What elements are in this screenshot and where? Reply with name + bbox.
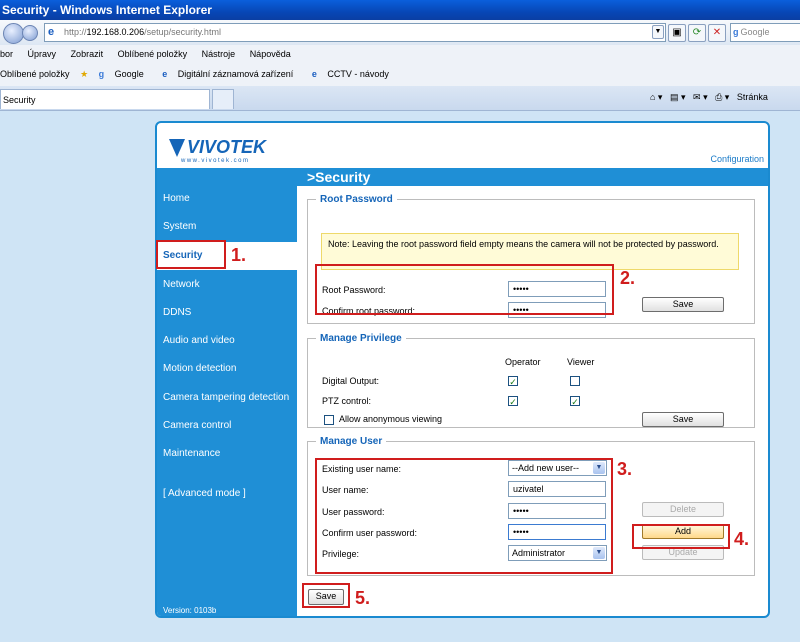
ptz-operator-checkbox[interactable]: ✓ bbox=[508, 396, 518, 407]
mail-icon[interactable]: ✉ ▾ bbox=[693, 92, 708, 102]
annotation-box-4 bbox=[632, 524, 730, 549]
refresh-icon[interactable]: ⟳ bbox=[688, 24, 706, 42]
annotation-box-5 bbox=[302, 583, 350, 608]
ie-page-icon: e bbox=[162, 69, 168, 79]
page-title: >Security bbox=[297, 168, 768, 186]
menu-favorites[interactable]: Oblíbené položky bbox=[118, 49, 188, 59]
nav-audio-video[interactable]: Audio and video bbox=[163, 335, 235, 346]
google-icon: g bbox=[733, 27, 739, 37]
digital-output-viewer-checkbox[interactable] bbox=[570, 376, 580, 386]
nav-camera-control[interactable]: Camera control bbox=[163, 420, 231, 431]
logo-text: VIVOTEK bbox=[187, 137, 268, 157]
manage-privilege-section: Manage Privilege Operator Viewer Digital… bbox=[307, 333, 755, 428]
window-title: Security - Windows Internet Explorer bbox=[2, 3, 212, 17]
home-icon[interactable]: ⌂ ▾ bbox=[650, 92, 662, 102]
firmware-version: Version: 0103b bbox=[163, 606, 217, 615]
nav-camera-tampering[interactable]: Camera tampering detection bbox=[163, 392, 289, 403]
favorite-google[interactable]: g Google bbox=[99, 69, 152, 79]
stop-icon[interactable]: ✕ bbox=[708, 24, 726, 42]
star-icon[interactable]: ★ bbox=[80, 69, 88, 79]
page-menu[interactable]: Stránka bbox=[737, 92, 768, 102]
digital-output-operator-checkbox[interactable]: ✓ bbox=[508, 376, 518, 387]
feeds-icon[interactable]: ▤ ▾ bbox=[670, 92, 686, 102]
favorites-button[interactable]: Oblíbené položky bbox=[0, 69, 70, 79]
menu-bar: bor Úpravy Zobrazit Oblíbené položky Nás… bbox=[0, 45, 800, 64]
nav-advanced-mode[interactable]: [ Advanced mode ] bbox=[163, 488, 246, 499]
back-button[interactable] bbox=[3, 23, 24, 44]
favorite-cctv[interactable]: e CCTV - návody bbox=[312, 69, 397, 79]
forward-button[interactable] bbox=[22, 25, 38, 41]
google-icon: g bbox=[98, 69, 105, 79]
menu-edit[interactable]: Úpravy bbox=[28, 49, 57, 59]
nav-maintenance[interactable]: Maintenance bbox=[163, 448, 220, 459]
window-title-bar: Security - Windows Internet Explorer bbox=[0, 0, 800, 20]
tab-security[interactable]: Security bbox=[0, 89, 210, 109]
nav-ddns[interactable]: DDNS bbox=[163, 307, 191, 318]
manage-privilege-legend: Manage Privilege bbox=[320, 333, 402, 344]
digital-output-label: Digital Output: bbox=[322, 376, 380, 386]
annotation-box-3 bbox=[315, 458, 613, 574]
ie-page-icon: e bbox=[48, 26, 55, 38]
root-password-legend: Root Password bbox=[320, 194, 393, 205]
print-icon[interactable]: ⎙ ▾ bbox=[715, 92, 729, 102]
configuration-link[interactable]: Configuration bbox=[710, 154, 764, 164]
annotation-box-1 bbox=[156, 240, 226, 269]
compatibility-icon[interactable]: ▣ bbox=[668, 24, 686, 42]
root-save-button[interactable]: Save bbox=[642, 297, 724, 312]
sidebar: Home System Security Network DDNS Audio … bbox=[157, 168, 297, 616]
annotation-label-2: 2. bbox=[620, 268, 636, 288]
nav-system[interactable]: System bbox=[163, 221, 196, 232]
menu-view[interactable]: Zobrazit bbox=[71, 49, 104, 59]
address-field[interactable]: e http://192.168.0.206/setup/security.htm… bbox=[44, 23, 666, 42]
command-bar: ⌂ ▾ ▤ ▾ ✉ ▾ ⎙ ▾ Stránka bbox=[650, 88, 768, 106]
delete-user-button[interactable]: Delete bbox=[642, 502, 724, 517]
nav-home[interactable]: Home bbox=[163, 193, 190, 204]
logo-url: www.vivotek.com bbox=[180, 158, 250, 164]
viewer-column-header: Viewer bbox=[567, 357, 595, 367]
anonymous-viewing-checkbox[interactable] bbox=[324, 415, 334, 425]
annotation-box-2 bbox=[315, 264, 614, 315]
anonymous-viewing-label: Allow anonymous viewing bbox=[339, 414, 443, 424]
privilege-save-button[interactable]: Save bbox=[642, 412, 724, 427]
menu-tools[interactable]: Nástroje bbox=[202, 49, 236, 59]
nav-network[interactable]: Network bbox=[163, 279, 200, 290]
address-toolbar: e http://192.168.0.206/setup/security.htm… bbox=[0, 20, 800, 46]
vivotek-logo: VIVOTEK www.vivotek.com bbox=[167, 133, 287, 168]
annotation-label-3: 3. bbox=[617, 459, 633, 479]
ie-page-icon: e bbox=[311, 69, 317, 79]
annotation-label-5: 5. bbox=[355, 588, 371, 608]
ptz-viewer-checkbox[interactable]: ✓ bbox=[570, 396, 580, 407]
new-tab-button[interactable] bbox=[212, 89, 234, 109]
operator-column-header: Operator bbox=[505, 357, 541, 367]
manage-user-legend: Manage User bbox=[320, 436, 383, 447]
menu-file[interactable]: bor bbox=[0, 49, 13, 59]
annotation-label-4: 4. bbox=[734, 529, 750, 549]
address-dropdown-icon[interactable]: ▼ bbox=[652, 25, 664, 39]
favorites-bar: Oblíbené položky ★ g Google e Digitální … bbox=[0, 63, 800, 87]
favorite-dvr[interactable]: e Digitální záznamová zařízení bbox=[162, 69, 301, 79]
annotation-label-1: 1. bbox=[231, 245, 247, 265]
nav-motion-detection[interactable]: Motion detection bbox=[163, 363, 236, 374]
ptz-control-label: PTZ control: bbox=[322, 396, 372, 406]
menu-help[interactable]: Nápověda bbox=[250, 49, 291, 59]
search-input[interactable]: g Google bbox=[730, 23, 800, 42]
